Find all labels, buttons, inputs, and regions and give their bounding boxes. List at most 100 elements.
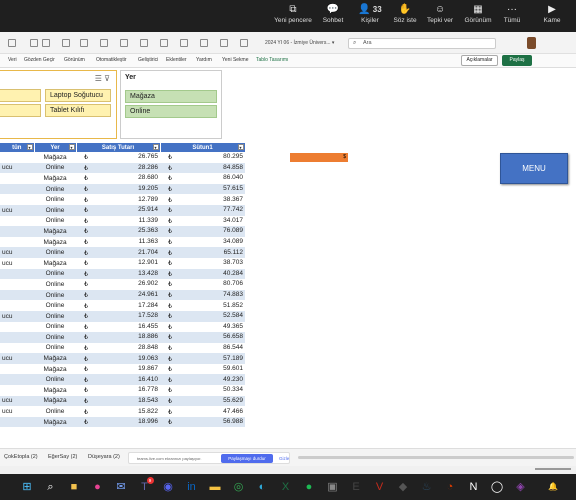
table-row[interactable]: Online ₺ 17.284 ₺ 51.852 bbox=[0, 300, 245, 311]
place-cell[interactable]: Online bbox=[34, 247, 76, 258]
table-row[interactable]: Mağaza ₺ 25.363 ₺ 76.089 bbox=[0, 226, 245, 237]
ribbon-tab[interactable]: Yardım bbox=[196, 57, 212, 63]
table-row[interactable]: Mağaza ₺ 16.778 ₺ 50.334 bbox=[0, 385, 245, 396]
product-cell[interactable]: ucu bbox=[0, 258, 34, 269]
product-cell[interactable] bbox=[0, 343, 34, 354]
slicer-item-online[interactable]: Online bbox=[125, 105, 217, 118]
find-icon[interactable] bbox=[240, 39, 248, 47]
column1-cell[interactable]: ₺ 77.742 bbox=[160, 204, 245, 216]
table-row[interactable]: ucu Mağaza ₺ 12.901 ₺ 38.703 bbox=[0, 258, 245, 269]
column1-cell[interactable]: ₺ 57.189 bbox=[160, 353, 245, 364]
sales-amount-cell[interactable]: ₺ 28.286 bbox=[76, 162, 160, 174]
notification-icon[interactable]: 🔔 bbox=[548, 482, 562, 492]
table-row[interactable]: ucu Online ₺ 21.704 ₺ 65.112 bbox=[0, 247, 245, 258]
place-cell[interactable]: Online bbox=[34, 183, 76, 195]
product-cell[interactable] bbox=[0, 183, 34, 195]
filter-dropdown-icon[interactable]: ▾ bbox=[68, 144, 75, 150]
sales-amount-cell[interactable]: ₺ 26.902 bbox=[76, 279, 160, 290]
column1-cell[interactable]: ₺ 80.706 bbox=[160, 279, 245, 290]
horizontal-scrollbar[interactable] bbox=[298, 456, 574, 459]
product-cell[interactable] bbox=[0, 194, 34, 205]
place-cell[interactable]: Online bbox=[34, 332, 76, 343]
table-row[interactable]: Online ₺ 16.455 ₺ 49.365 bbox=[0, 322, 245, 333]
document-title[interactable]: 2024 YI 06 - İzmiye Ünivers... ▾ bbox=[265, 40, 334, 46]
place-cell[interactable]: Mağaza bbox=[34, 353, 76, 364]
percent-icon[interactable] bbox=[120, 39, 128, 47]
column-header[interactable]: Sütun1 ▾ bbox=[160, 143, 246, 152]
currency-icon[interactable] bbox=[100, 39, 108, 47]
sales-amount-cell[interactable]: ₺ 13.428 bbox=[76, 268, 160, 280]
excel-icon[interactable]: X bbox=[279, 479, 293, 495]
sales-amount-cell[interactable]: ₺ 12.901 bbox=[76, 258, 160, 269]
wrap-text-icon[interactable] bbox=[42, 39, 50, 47]
sales-amount-cell[interactable]: ₺ 19.205 bbox=[76, 183, 160, 195]
column1-cell[interactable]: ₺ 55.629 bbox=[160, 395, 245, 407]
column1-cell[interactable]: ₺ 86.544 bbox=[160, 343, 245, 354]
column1-cell[interactable]: ₺ 51.852 bbox=[160, 300, 245, 311]
column-header[interactable]: Yer ▾ bbox=[34, 143, 77, 152]
place-cell[interactable]: Online bbox=[34, 343, 76, 354]
app-dark-icon[interactable]: ◆ bbox=[396, 479, 410, 495]
stop-sharing-button[interactable]: Paylaşmayı durdur bbox=[221, 454, 273, 463]
table-row[interactable]: Mağaza ₺ 19.867 ₺ 59.601 bbox=[0, 364, 245, 375]
column1-cell[interactable]: ₺ 59.601 bbox=[160, 364, 245, 375]
table-row[interactable]: Online ₺ 13.428 ₺ 40.284 bbox=[0, 268, 245, 280]
slicer-item[interactable]: Laptop Soğutucu bbox=[45, 89, 111, 102]
filter-dropdown-icon[interactable]: ▾ bbox=[26, 144, 33, 150]
product-cell[interactable]: ucu bbox=[0, 310, 34, 322]
sheet-tab[interactable]: Düşeyara (2) bbox=[88, 454, 120, 460]
epic-games-icon[interactable]: E bbox=[349, 479, 363, 495]
table-row[interactable]: ucu Online ₺ 28.286 ₺ 84.858 bbox=[0, 162, 245, 174]
column1-cell[interactable]: ₺ 52.584 bbox=[160, 310, 245, 322]
merge-icon[interactable] bbox=[62, 39, 70, 47]
sales-amount-cell[interactable]: ₺ 11.339 bbox=[76, 216, 160, 227]
table-icon[interactable] bbox=[160, 39, 168, 47]
align-icon[interactable] bbox=[30, 39, 38, 47]
column1-cell[interactable]: ₺ 86.040 bbox=[160, 173, 245, 184]
sheet-tab[interactable]: EğerSay (2) bbox=[48, 454, 77, 460]
product-cell[interactable] bbox=[0, 332, 34, 343]
column1-cell[interactable]: ₺ 38.367 bbox=[160, 194, 245, 205]
place-cell[interactable]: Mağaza bbox=[34, 152, 76, 163]
column1-cell[interactable]: ₺ 84.858 bbox=[160, 162, 245, 174]
place-cell[interactable]: Online bbox=[34, 194, 76, 205]
product-cell[interactable] bbox=[0, 385, 34, 396]
product-cell[interactable] bbox=[0, 300, 34, 311]
slicer-filter-icons[interactable]: ☰ ⊽ bbox=[95, 74, 110, 83]
sales-amount-cell[interactable]: ₺ 15.822 bbox=[76, 406, 160, 417]
column-header[interactable]: tün ▾ bbox=[0, 143, 35, 152]
folder-icon[interactable]: ▬ bbox=[208, 479, 222, 495]
place-cell[interactable]: Mağaza bbox=[34, 237, 76, 248]
user-avatar[interactable] bbox=[527, 37, 536, 49]
table-row[interactable]: ucu Mağaza ₺ 19.063 ₺ 57.189 bbox=[0, 353, 245, 364]
column1-cell[interactable]: ₺ 38.703 bbox=[160, 258, 245, 269]
product-cell[interactable]: ucu bbox=[0, 353, 34, 364]
zoom-slider[interactable] bbox=[535, 468, 571, 470]
ribbon-tab[interactable]: Tablo Tasarımı bbox=[256, 57, 288, 63]
app-purple-icon[interactable]: ◈ bbox=[514, 479, 528, 495]
table-row[interactable]: ucu Online ₺ 17.528 ₺ 52.584 bbox=[0, 310, 245, 322]
table-row[interactable]: ucu Online ₺ 15.822 ₺ 47.466 bbox=[0, 406, 245, 417]
insert-icon[interactable] bbox=[200, 39, 208, 47]
table-row[interactable]: Online ₺ 18.886 ₺ 56.658 bbox=[0, 332, 245, 343]
place-cell[interactable]: Online bbox=[34, 216, 76, 227]
column1-cell[interactable]: ₺ 56.658 bbox=[160, 332, 245, 343]
product-cell[interactable] bbox=[0, 364, 34, 375]
notion-icon[interactable]: N bbox=[467, 479, 481, 495]
product-cell[interactable] bbox=[0, 152, 34, 163]
share-button[interactable]: Paylaş bbox=[502, 55, 532, 66]
column1-cell[interactable]: ₺ 56.988 bbox=[160, 416, 245, 428]
product-cell[interactable]: ucu bbox=[0, 395, 34, 407]
place-cell[interactable]: Online bbox=[34, 289, 76, 301]
slicer-item[interactable] bbox=[0, 104, 41, 117]
chrome-icon[interactable]: ◎ bbox=[232, 479, 246, 495]
conditional-format-icon[interactable] bbox=[140, 39, 148, 47]
sales-amount-cell[interactable]: ₺ 18.996 bbox=[76, 416, 160, 428]
ribbon-tab[interactable]: Geliştirici bbox=[138, 57, 158, 63]
toolbar-camera-button[interactable]: ▶ Kame bbox=[527, 3, 576, 24]
product-cell[interactable] bbox=[0, 374, 34, 386]
column1-cell[interactable]: ₺ 40.284 bbox=[160, 268, 245, 280]
place-cell[interactable]: Online bbox=[34, 162, 76, 174]
column1-cell[interactable]: ₺ 34.017 bbox=[160, 216, 245, 227]
place-cell[interactable]: Mağaza bbox=[34, 364, 76, 375]
